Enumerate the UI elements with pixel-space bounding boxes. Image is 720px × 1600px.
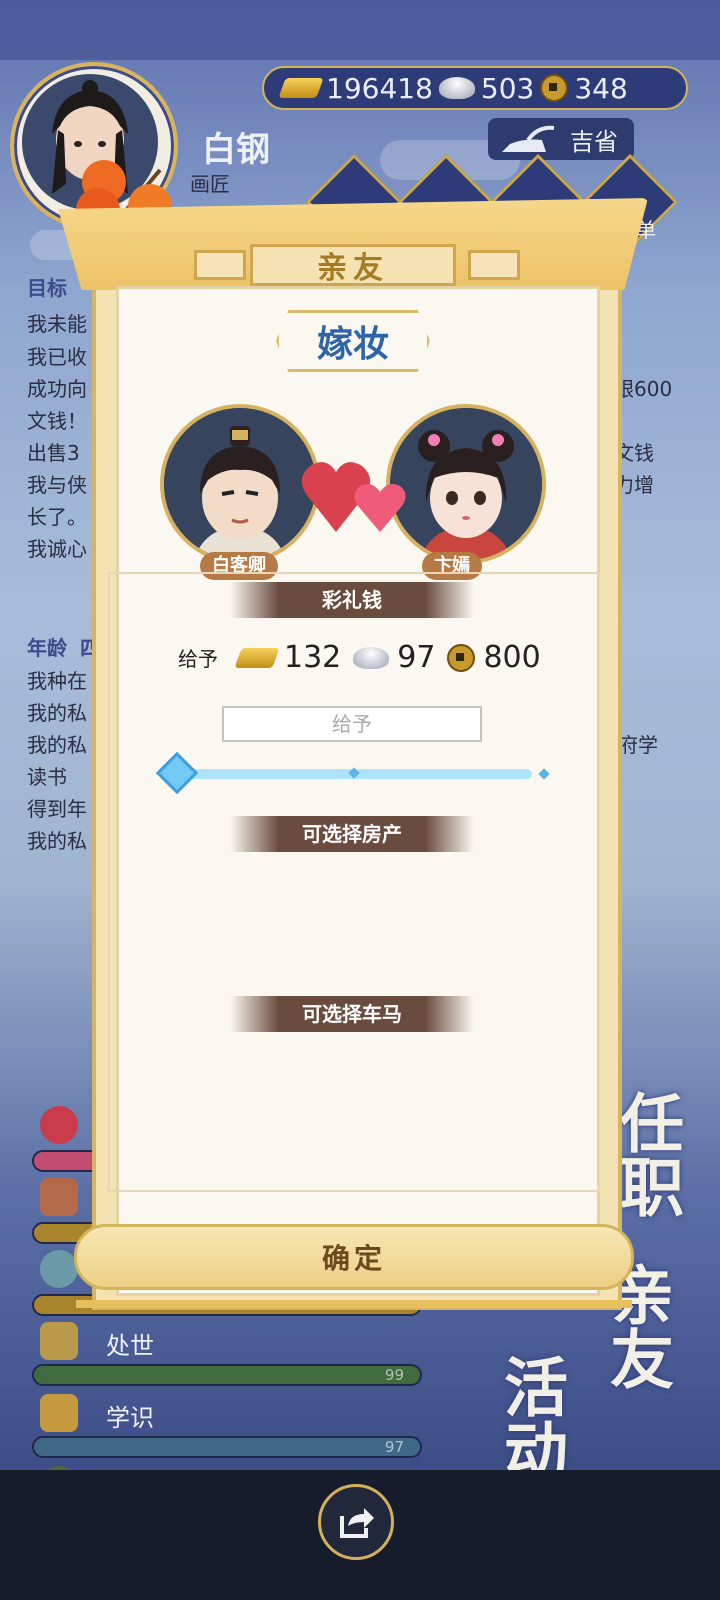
log-line: 成功向 xyxy=(27,377,87,401)
gold-ingot-icon xyxy=(278,78,324,98)
section-bride-price: 彩礼钱 xyxy=(230,582,474,618)
section-vehicle: 可选择车马 xyxy=(230,996,474,1032)
stat-label: 处世 xyxy=(106,1332,154,1360)
stat-bar-worldliness: 99 xyxy=(32,1364,422,1386)
log-line: 文钱！ xyxy=(27,409,87,433)
jade-icon xyxy=(40,1250,78,1288)
flower-icon xyxy=(40,1106,78,1144)
copper-coin-icon xyxy=(540,74,569,102)
scroll-icon xyxy=(40,1322,78,1360)
log-line: 我未能 xyxy=(27,312,87,336)
player-occupation: 画匠 xyxy=(190,172,230,196)
log-line-right: 银600 xyxy=(614,377,673,401)
share-button[interactable] xyxy=(318,1484,394,1560)
log-line: 我与侠 xyxy=(27,473,87,497)
gold-ingot-icon xyxy=(234,647,280,668)
silver-ingot-icon xyxy=(353,646,390,669)
log-target-label: 目标 xyxy=(27,276,67,300)
stat-label: 学识 xyxy=(106,1404,154,1432)
log-line-right: 府学 xyxy=(618,733,658,757)
give-gold-amount: 132 xyxy=(284,640,342,675)
confirm-button[interactable]: 确定 xyxy=(74,1224,634,1290)
log-line: 读书 xyxy=(27,765,67,789)
side-button-office[interactable]: 任职 xyxy=(609,1090,684,1218)
give-coin-amount: 800 xyxy=(483,640,541,675)
iron-icon xyxy=(502,125,555,152)
coin-amount: 348 xyxy=(574,71,628,105)
title-side-ornament xyxy=(468,250,520,280)
log-line: 我的私 xyxy=(27,701,87,725)
silver-ingot-icon xyxy=(438,77,475,99)
section-property: 可选择房产 xyxy=(230,816,474,852)
log-line: 我种在 xyxy=(27,669,87,693)
log-line: 得到年 xyxy=(27,797,87,821)
log-line: 出售3 xyxy=(27,441,80,465)
player-name: 白钢 xyxy=(202,130,270,170)
log-line: 长了。 xyxy=(27,505,87,529)
silver-amount: 503 xyxy=(480,71,535,105)
copper-coin-icon xyxy=(447,643,476,672)
log-line: 我的私 xyxy=(27,733,87,757)
dialog-subtitle: 嫁妆 xyxy=(276,310,430,372)
heart-icon xyxy=(301,462,406,532)
log-line: 我诚心 xyxy=(27,537,87,561)
give-silver-amount: 97 xyxy=(397,640,436,675)
top-sky-band xyxy=(0,0,720,60)
log-age-label: 年龄 xyxy=(27,636,67,660)
dialog-title: 亲友 xyxy=(250,244,456,286)
give-label: 给予 xyxy=(178,647,218,671)
books-icon xyxy=(40,1394,78,1432)
location-badge[interactable]: 吉省 xyxy=(488,118,634,160)
give-row: 给予 132 97 800 xyxy=(178,640,545,675)
dialog-bottom-trim xyxy=(76,1300,632,1308)
gold-amount: 196418 xyxy=(326,71,433,105)
lantern-icon xyxy=(40,1178,78,1216)
log-line: 我的私 xyxy=(27,829,87,853)
side-button-activity[interactable]: 活动 xyxy=(493,1354,568,1482)
location-label: 吉省 xyxy=(570,127,618,156)
give-amount-input[interactable]: 给予 xyxy=(222,706,482,742)
log-line: 我已收 xyxy=(27,345,87,369)
stat-bar-knowledge: 97 xyxy=(32,1436,422,1458)
title-side-ornament xyxy=(194,250,246,280)
resource-bar: 196418 503 348 xyxy=(262,66,688,110)
share-icon xyxy=(340,1508,374,1538)
